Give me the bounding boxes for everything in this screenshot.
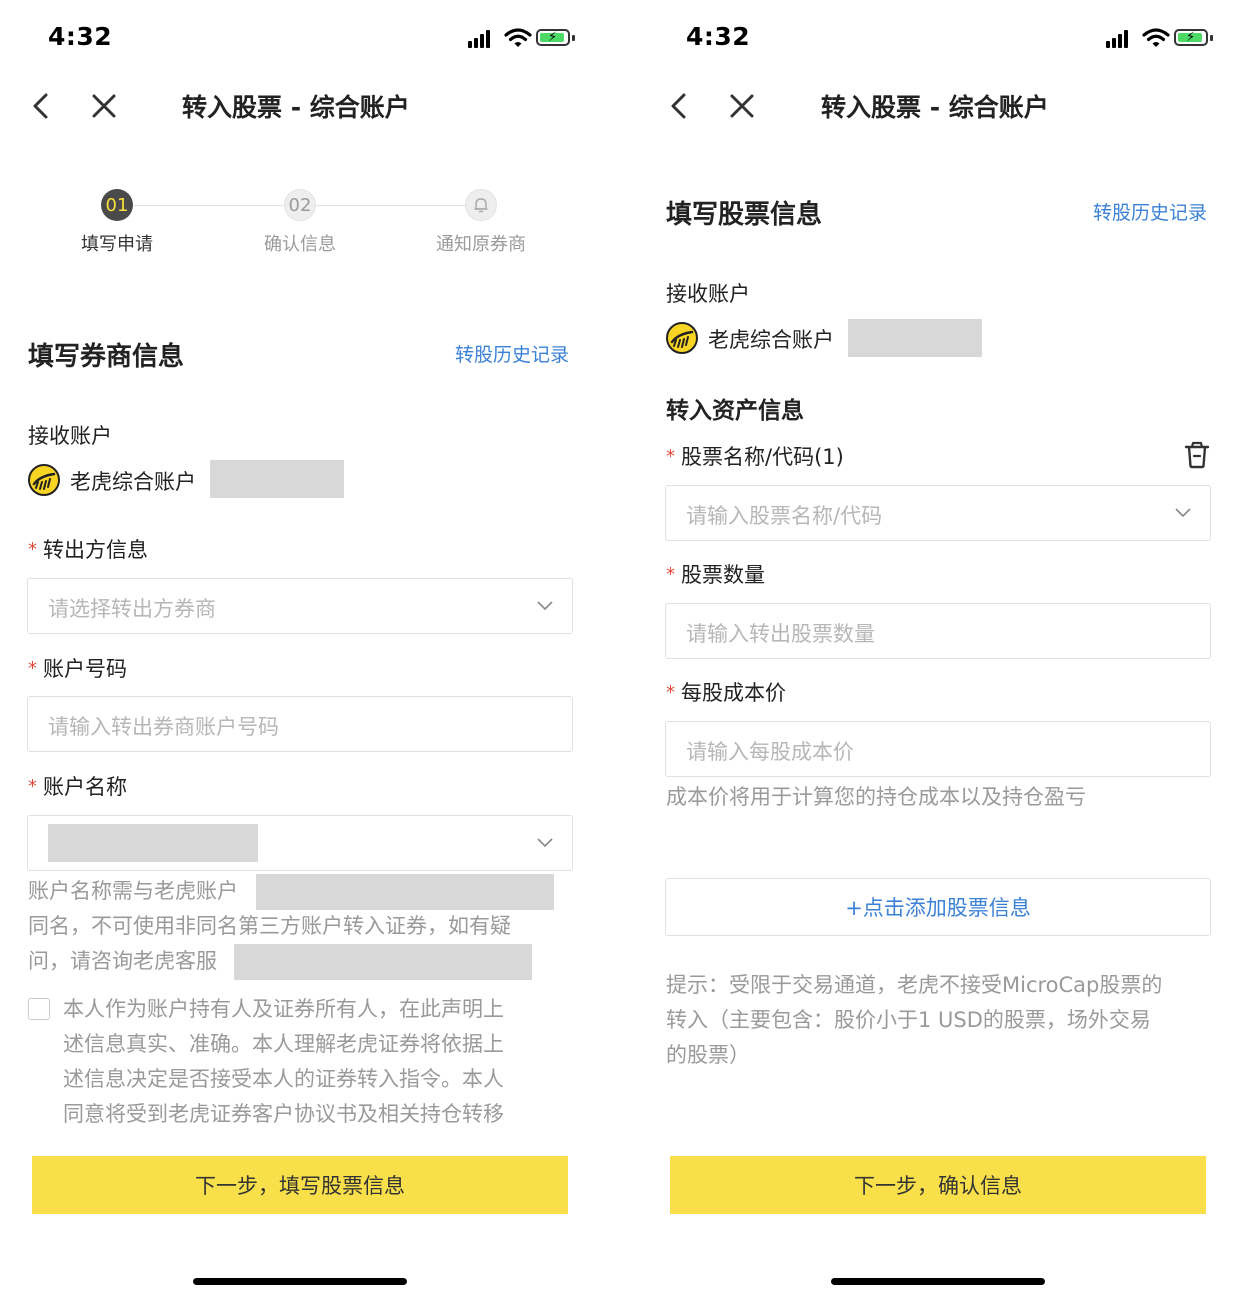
- page-title: 转入股票 - 综合账户: [821, 93, 1049, 122]
- declaration-text: 本人作为账户持有人及证券所有人，在此声明上 述信息真实、准确。本人理解老虎证券将…: [63, 992, 553, 1140]
- masked-support-contact: [234, 944, 532, 980]
- receive-account-name: 老虎综合账户: [708, 328, 834, 352]
- status-time: 4:32: [686, 22, 751, 51]
- tip-text: 提示：受限于交易通道，老虎不接受MicroCap股票的 转入（主要包含：股价小于…: [666, 968, 1216, 1073]
- account-name-note-line1: 账户名称需与老虎账户: [28, 879, 238, 903]
- masked-account-name: [48, 824, 258, 862]
- next-confirm-info-button[interactable]: 下一步，确认信息: [670, 1156, 1206, 1214]
- step-3-bell: [465, 189, 497, 221]
- step-connector: [134, 205, 284, 206]
- account-number-placeholder: 请输入转出券商账户号码: [48, 715, 279, 739]
- stock-select-placeholder: 请输入股票名称/代码: [686, 504, 883, 528]
- transfer-history-link[interactable]: 转股历史记录: [455, 340, 569, 367]
- receive-account-name: 老虎综合账户: [70, 470, 196, 494]
- chevron-down-icon: [537, 601, 553, 611]
- wifi-icon: [504, 28, 532, 47]
- broker-label: * 转出方信息: [28, 538, 148, 562]
- screen-fill-stock-info: 4:32 ⚡ 转入股票 - 综合账户 填写股票信息 转股历史记录 接收账户 老虎…: [638, 0, 1238, 1300]
- account-number-label: * 账户号码: [28, 657, 127, 681]
- tip-line: 提示：受限于交易通道，老虎不接受MicroCap股票的: [666, 973, 1163, 997]
- battery-icon: ⚡: [1174, 29, 1208, 46]
- home-indicator: [193, 1278, 407, 1285]
- account-name-select[interactable]: [27, 815, 573, 871]
- asset-info-title: 转入资产信息: [666, 398, 804, 424]
- step-1-number: 01: [101, 189, 133, 221]
- wifi-icon: [1142, 28, 1170, 47]
- quantity-placeholder: 请输入转出股票数量: [686, 622, 875, 646]
- tip-line: 的股票）: [666, 1043, 750, 1067]
- add-stock-button[interactable]: +点击添加股票信息: [665, 878, 1211, 936]
- account-name-label: * 账户名称: [28, 775, 127, 799]
- receive-account-label: 接收账户: [666, 282, 750, 306]
- tip-line: 转入（主要包含：股价小于1 USD的股票，场外交易: [666, 1008, 1151, 1032]
- section-title: 填写股票信息: [666, 200, 823, 230]
- bell-icon: [474, 198, 488, 213]
- trash-icon: [1184, 441, 1210, 469]
- next-fill-stock-info-button[interactable]: 下一步，填写股票信息: [32, 1156, 568, 1214]
- section-title: 填写券商信息: [28, 342, 185, 372]
- chevron-down-icon: [1175, 508, 1191, 518]
- cost-note: 成本价将用于计算您的持仓成本以及持仓盈亏: [666, 785, 1086, 809]
- tiger-logo-icon: [666, 322, 698, 354]
- tiger-logo-icon: [28, 464, 60, 496]
- declaration-line: 同意将受到老虎证券客户协议书及相关持仓转移: [63, 1102, 504, 1126]
- account-name-note-line2: 同名，不可使用非同名第三方账户转入证券，如有疑: [28, 914, 511, 938]
- page-title: 转入股票 - 综合账户: [182, 93, 410, 122]
- receive-account-label: 接收账户: [28, 424, 112, 448]
- status-time: 4:32: [48, 22, 113, 51]
- cost-input[interactable]: 请输入每股成本价: [665, 721, 1211, 777]
- cost-placeholder: 请输入每股成本价: [686, 740, 854, 764]
- stock-select[interactable]: 请输入股票名称/代码: [665, 485, 1211, 541]
- screen-fill-application: 4:32 ⚡ 转入股票 - 综合账户 01 02 填写申请 确认信息 通知原券商…: [0, 0, 600, 1300]
- step-2-number: 02: [284, 189, 316, 221]
- step-2-label: 确认信息: [264, 234, 336, 255]
- delete-stock-button[interactable]: [1182, 440, 1212, 470]
- masked-account-id: [210, 460, 344, 498]
- step-connector: [316, 205, 466, 206]
- quantity-input[interactable]: 请输入转出股票数量: [665, 603, 1211, 659]
- declaration-line: 述信息决定是否接受本人的证券转入指令。本人: [63, 1067, 504, 1091]
- cost-label: * 每股成本价: [666, 681, 786, 705]
- masked-account-id: [848, 319, 982, 357]
- declaration-line: 述信息真实、准确。本人理解老虎证券将依据上: [63, 1032, 504, 1056]
- home-indicator: [831, 1278, 1045, 1285]
- masked-account: [256, 874, 554, 910]
- transfer-history-link[interactable]: 转股历史记录: [1093, 198, 1207, 225]
- quantity-label: * 股票数量: [666, 563, 765, 587]
- status-icons: ⚡: [468, 27, 580, 49]
- account-name-note-line3: 问，请咨询老虎客服: [28, 949, 217, 973]
- step-1-label: 填写申请: [81, 234, 153, 255]
- battery-icon: ⚡: [536, 29, 570, 46]
- declaration-checkbox[interactable]: [28, 998, 50, 1020]
- broker-select-placeholder: 请选择转出方券商: [48, 597, 216, 621]
- step-3-label: 通知原券商: [436, 234, 526, 255]
- declaration-line: 本人作为账户持有人及证券所有人，在此声明上: [63, 997, 504, 1021]
- status-icons: ⚡: [1106, 27, 1218, 49]
- account-number-input[interactable]: 请输入转出券商账户号码: [27, 696, 573, 752]
- broker-select[interactable]: 请选择转出方券商: [27, 578, 573, 634]
- chevron-down-icon: [537, 838, 553, 848]
- stock-label: * 股票名称/代码(1): [666, 445, 844, 469]
